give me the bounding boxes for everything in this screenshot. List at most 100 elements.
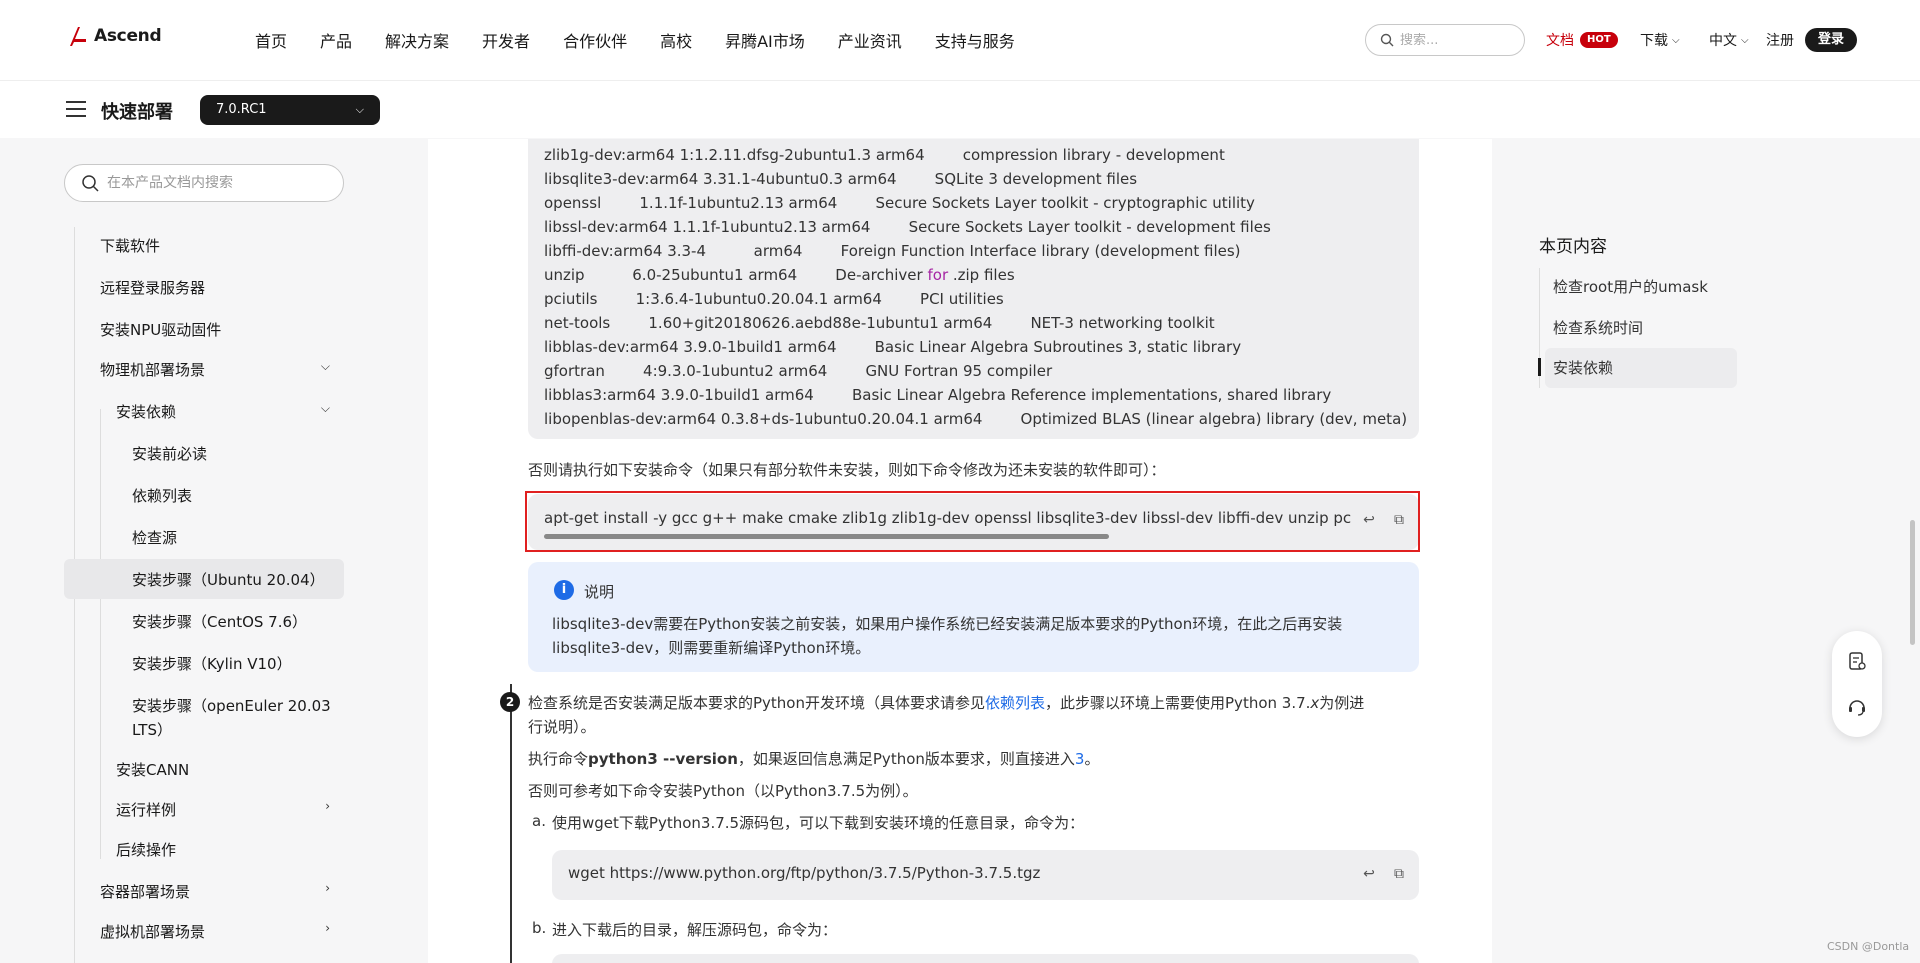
chevron-right-icon: ›	[325, 881, 330, 895]
note-box: i 说明 libsqlite3-dev需要在Python安装之前安装，如果用户操…	[528, 562, 1419, 672]
sidebar-search[interactable]	[64, 164, 344, 202]
code-line: openssl 1.1.1f-1ubuntu2.13 arm64 Secure …	[544, 194, 1255, 212]
nav-item-developers[interactable]: 开发者	[482, 28, 530, 52]
nav-item-universities[interactable]: 高校	[660, 28, 692, 52]
nav-item-support[interactable]: 支持与服务	[935, 28, 1015, 52]
docs-link[interactable]: 文档	[1546, 30, 1574, 50]
language-menu[interactable]: 中文 ⌵	[1709, 30, 1749, 50]
nav-item-news[interactable]: 产业资讯	[838, 28, 902, 52]
sidebar-item-openeuler-cont[interactable]: LTS）	[132, 719, 172, 740]
step-text: 为例进	[1319, 694, 1365, 712]
download-menu[interactable]: 下载 ⌵	[1640, 30, 1680, 50]
sidebar-item-run-sample[interactable]: 运行样例 ›	[116, 799, 344, 820]
sidebar-item-kylin[interactable]: 安装步骤（Kylin V10）	[132, 653, 292, 674]
sidebar-item-vm[interactable]: 虚拟机部署场景 ›	[100, 921, 344, 942]
step-text: 检查系统是否安装满足版本要求的Python开发环境（具体要求请参见	[528, 694, 985, 712]
code-text: .zip files	[948, 266, 1015, 284]
sidebar-item-container[interactable]: 容器部署场景 ›	[100, 881, 344, 902]
step-number-badge: 2	[500, 692, 520, 712]
login-button[interactable]: 登录	[1805, 28, 1857, 52]
exec-command-text: 执行命令python3 --version，如果返回信息满足Python版本要求…	[528, 748, 1099, 769]
hamburger-menu-icon[interactable]	[66, 101, 86, 117]
toc-item-install-deps[interactable]: 安装依赖	[1545, 348, 1737, 388]
global-search[interactable]	[1365, 24, 1525, 56]
sub-step-a-marker: a.	[532, 812, 546, 830]
code-line: zlib1g-dev:arm64 1:1.2.11.dfsg-2ubuntu1.…	[544, 146, 1225, 164]
sidebar-item-label: 安装步骤（Ubuntu 20.04）	[132, 571, 325, 589]
sidebar-item-physical[interactable]: 物理机部署场景 ⌵	[100, 359, 344, 380]
step-text: ，此步骤以环境上需要使用Python 3.7.	[1045, 694, 1311, 712]
nav-item-ai-market[interactable]: 昇腾AI市场	[725, 28, 805, 52]
code-line: pciutils 1:3.6.4-1ubuntu0.20.04.1 arm64 …	[544, 290, 1004, 308]
sidebar-item-check-source[interactable]: 检查源	[132, 527, 177, 548]
sidebar-item-label: 运行样例	[116, 801, 177, 819]
step-3-link[interactable]: 3	[1075, 750, 1085, 768]
toc-active-marker	[1538, 358, 1541, 376]
sidebar-item-ubuntu[interactable]: 安装步骤（Ubuntu 20.04）	[64, 559, 344, 599]
doc-content: zlib1g-dev:arm64 1:1.2.11.dfsg-2ubuntu1.…	[428, 139, 1492, 963]
sidebar-item-remote-login[interactable]: 远程登录服务器	[100, 277, 205, 298]
ascend-logo-icon	[70, 27, 86, 46]
step-text-x: x	[1310, 694, 1320, 712]
sidebar-item-label: 虚拟机部署场景	[100, 923, 206, 941]
note-title: 说明	[584, 583, 615, 601]
version-value: 7.0.RC1	[216, 102, 267, 117]
toc-item-system-time[interactable]: 检查系统时间	[1553, 317, 1643, 338]
chevron-down-icon: ⌵	[1672, 34, 1680, 46]
sidebar-item-openeuler[interactable]: 安装步骤（openEuler 20.03	[132, 695, 331, 716]
code-line: libsqlite3-dev:arm64 3.31.1-4ubuntu0.3 a…	[544, 170, 1138, 188]
sidebar-search-input[interactable]	[107, 175, 327, 191]
version-select[interactable]: 7.0.RC1 ⌵	[200, 95, 380, 125]
language-label: 中文	[1709, 33, 1737, 49]
search-icon	[82, 175, 99, 192]
page-scrollbar[interactable]	[1910, 520, 1915, 645]
keyword-for: for	[927, 266, 949, 284]
sidebar-item-download[interactable]: 下载软件	[100, 235, 160, 256]
sidebar-item-dep-list[interactable]: 依赖列表	[132, 485, 192, 506]
nav-item-home[interactable]: 首页	[255, 28, 287, 52]
note-body: libsqlite3-dev需要在Python安装之前安装，如果用户操作系统已经…	[552, 615, 1343, 657]
copy-icon[interactable]: ⧉	[1390, 865, 1408, 883]
logo-text: Ascend	[94, 26, 162, 46]
sub-step-b-marker: b.	[532, 919, 547, 937]
chevron-down-icon: ⌵	[1741, 34, 1749, 46]
wrap-toggle-icon[interactable]: ↩	[1360, 865, 1378, 883]
nav-item-partners[interactable]: 合作伙伴	[563, 28, 627, 52]
code-line: libopenblas-dev:arm64 0.3.8+ds-1ubuntu0.…	[544, 410, 1408, 428]
register-link[interactable]: 注册	[1766, 30, 1794, 50]
dep-list-link[interactable]: 依赖列表	[985, 694, 1045, 712]
nav-item-solutions[interactable]: 解决方案	[385, 28, 449, 52]
step-2-text-line2: 行说明）。	[528, 718, 596, 736]
download-label: 下载	[1640, 33, 1668, 49]
toc-item-label: 安装依赖	[1553, 359, 1614, 377]
ascend-logo[interactable]: Ascend	[66, 24, 162, 48]
highlight-box	[525, 491, 1420, 552]
sidebar-item-must-read[interactable]: 安装前必读	[132, 443, 207, 464]
code-line: gfortran 4:9.3.0-1ubuntu2 arm64 GNU Fort…	[544, 362, 1053, 380]
sidebar-item-centos[interactable]: 安装步骤（CentOS 7.6）	[132, 611, 307, 632]
else-install-text: 否则请执行如下安装命令（如果只有部分软件未安装，则如下命令修改为还未安装的软件即…	[528, 461, 1166, 479]
sidebar-item-install-deps[interactable]: 安装依赖 ⌵	[116, 401, 344, 422]
code-line-unzip: unzip 6.0-25ubuntu1 arm64 De-archiver fo…	[544, 266, 1015, 284]
floating-toolbar	[1832, 631, 1882, 737]
code-line: libffi-dev:arm64 3.3-4 arm64 Foreign Fun…	[544, 242, 1241, 260]
exec-text: 执行命令	[528, 750, 589, 768]
exec-text: ，如果返回信息满足Python版本要求，则直接进入	[737, 750, 1075, 768]
sidebar-item-npu-driver[interactable]: 安装NPU驱动固件	[100, 319, 221, 340]
sidebar-item-install-cann[interactable]: 安装CANN	[116, 759, 189, 780]
toc-item-umask[interactable]: 检查root用户的umask	[1553, 276, 1708, 297]
nav-item-products[interactable]: 产品	[320, 28, 352, 52]
watermark: CSDN @Dontla	[1827, 940, 1910, 953]
sub-step-a-text: 使用wget下载Python3.7.5源码包，可以下载到安装环境的任意目录，命令…	[552, 814, 1085, 832]
chevron-down-icon: ⌵	[355, 103, 364, 116]
feedback-icon[interactable]	[1847, 651, 1867, 671]
global-search-input[interactable]	[1400, 32, 1510, 48]
doc-subbar: 快速部署 7.0.RC1 ⌵	[0, 80, 1920, 138]
sidebar-item-followup[interactable]: 后续操作	[116, 839, 176, 860]
sub-step-b-text: 进入下载后的目录，解压源码包，命令为：	[552, 921, 838, 939]
step-guide-line	[510, 684, 512, 963]
exec-command: python3 --version	[588, 750, 738, 768]
sidebar-item-label: 物理机部署场景	[100, 361, 206, 379]
code-line: net-tools 1.60+git20180626.aebd88e-1ubun…	[544, 314, 1215, 332]
customer-service-icon[interactable]	[1847, 697, 1867, 717]
